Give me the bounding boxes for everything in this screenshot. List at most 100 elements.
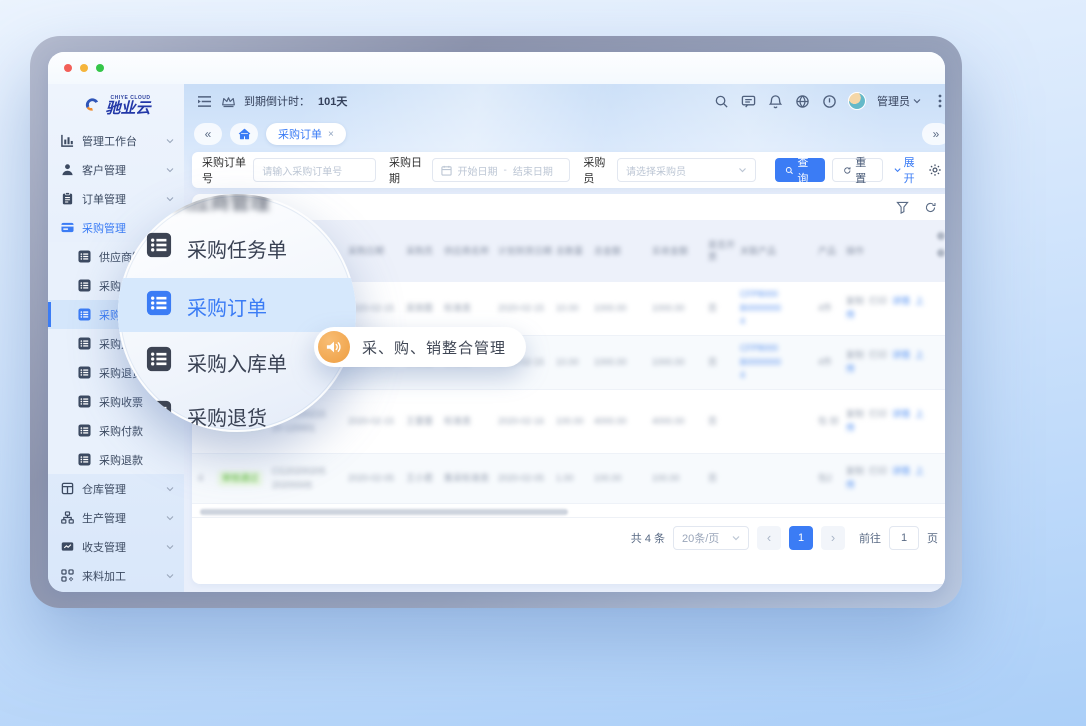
order-no-input[interactable]: 请输入采购订单号 <box>253 158 376 182</box>
page-size-select[interactable]: 20条/页 <box>673 526 749 550</box>
detail-link[interactable]: 详情 <box>892 466 910 476</box>
magnified-item-label: 采购订单 <box>187 292 267 321</box>
sidebar-item-客户管理[interactable]: 客户管理 <box>48 155 184 184</box>
date-start-placeholder: 开始日期 <box>458 163 498 178</box>
column-header: 总数量 <box>556 245 594 257</box>
search-icon[interactable] <box>713 93 729 109</box>
close-window-dot[interactable] <box>64 64 72 72</box>
reset-icon <box>843 165 852 176</box>
row-actions: 复制打印详情上传 <box>846 295 936 322</box>
column-header: 实收金额 <box>652 245 708 257</box>
sidebar-item-生产管理[interactable]: 生产管理 <box>48 503 184 532</box>
total-count: 共 4 条 <box>631 530 665 546</box>
info-icon[interactable] <box>821 93 837 109</box>
chevron-down-icon <box>166 164 174 176</box>
feature-callout: 采、购、销整合管理 <box>314 327 526 367</box>
sidebar-item-label: 收支管理 <box>82 539 166 555</box>
sidebar-item-收支管理[interactable]: 收支管理 <box>48 532 184 561</box>
calendar-icon <box>441 165 452 176</box>
row-actions: 复制打印详情上传 <box>846 465 936 492</box>
dashboard-icon <box>61 134 75 148</box>
list-icon <box>78 279 92 293</box>
chevron-down-icon <box>166 541 174 553</box>
list-icon <box>78 366 92 380</box>
sidebar-item-label: 生产管理 <box>82 510 166 526</box>
tabs-scroll-left-button[interactable]: « <box>194 123 222 145</box>
globe-icon[interactable] <box>794 93 810 109</box>
list-icon <box>78 308 92 322</box>
magnified-item-label: 采购任务单 <box>187 234 287 263</box>
goto-page-value: 1 <box>901 532 907 544</box>
goto-label: 前往 <box>859 530 881 546</box>
chevron-down-icon <box>738 167 747 173</box>
sidebar-item-管理工作台[interactable]: 管理工作台 <box>48 126 184 155</box>
row-actions: 复制打印详情上传 <box>846 349 936 376</box>
tabs-scroll-right-button[interactable]: » <box>922 123 945 145</box>
page-size-value: 20条/页 <box>682 530 719 546</box>
user-name: 管理员 <box>877 93 910 109</box>
list-icon <box>146 232 172 264</box>
next-page-button[interactable]: › <box>821 526 845 550</box>
column-settings-icons[interactable] <box>937 232 945 257</box>
goto-page-input[interactable]: 1 <box>889 526 919 550</box>
minimize-window-dot[interactable] <box>80 64 88 72</box>
magnifier-overlay: 供应商管理 采购任务单采购订单采购入库单采购退货 <box>118 194 356 432</box>
column-header: 关联产品 <box>740 245 818 257</box>
window-titlebar <box>48 52 945 84</box>
page-1-button[interactable]: 1 <box>789 526 813 550</box>
related-product-link[interactable]: CFP8000B00000004 <box>740 288 818 329</box>
search-button[interactable]: 查询 <box>775 158 825 182</box>
detail-link[interactable]: 详情 <box>892 296 910 306</box>
maximize-window-dot[interactable] <box>96 64 104 72</box>
column-header: 操作 <box>846 245 936 257</box>
detail-link[interactable]: 详情 <box>892 409 910 419</box>
order-icon <box>61 192 75 206</box>
reset-button[interactable]: 重置 <box>832 158 884 182</box>
bell-icon[interactable] <box>767 93 783 109</box>
sidebar-item-label: 客户管理 <box>82 162 166 178</box>
sidebar-item-来料加工[interactable]: 来料加工 <box>48 561 184 590</box>
countdown-value: 101天 <box>318 93 347 109</box>
sidebar-item-订单管理[interactable]: 订单管理 <box>48 184 184 213</box>
close-tab-icon[interactable]: × <box>328 129 334 140</box>
filter-settings-gear-icon[interactable] <box>928 162 942 178</box>
filter-buyer-label: 采购员 <box>583 154 610 186</box>
avatar[interactable] <box>848 92 866 110</box>
related-product-link[interactable]: CFP8000B00000004 <box>740 342 818 383</box>
column-header: 产品 <box>818 245 846 257</box>
column-header: 是否开票 <box>708 239 740 263</box>
chevron-down-icon <box>732 535 740 541</box>
list-icon <box>78 395 92 409</box>
refresh-icon[interactable] <box>922 199 938 215</box>
collapse-sidebar-icon[interactable] <box>196 93 212 109</box>
date-end-placeholder: 结束日期 <box>513 163 553 178</box>
kebab-menu-icon[interactable] <box>932 93 945 109</box>
sidebar-item-仓库管理[interactable]: 仓库管理 <box>48 474 184 503</box>
brand-name: 驰业云 <box>105 101 150 116</box>
magnified-item-label: 采购退货 <box>187 402 267 431</box>
column-header: 供应商名称 <box>444 245 498 257</box>
message-icon[interactable] <box>740 93 756 109</box>
expand-filters-button[interactable]: 展开 <box>894 154 921 186</box>
goto-unit: 页 <box>927 530 938 546</box>
brand-logo: CHIYE CLOUD 驰业云 <box>48 84 184 126</box>
buyer-select[interactable]: 请选择采购员 <box>617 158 756 182</box>
horizontal-scrollbar[interactable] <box>200 509 568 515</box>
prev-page-button[interactable]: ‹ <box>757 526 781 550</box>
magnified-menu-item-采购任务单: 采购任务单 <box>146 232 287 264</box>
detail-link[interactable]: 详情 <box>892 350 910 360</box>
date-range-input[interactable]: 开始日期 - 结束日期 <box>432 158 571 182</box>
warehouse-icon <box>61 482 75 496</box>
search-button-label: 查询 <box>797 154 814 186</box>
filter-funnel-icon[interactable] <box>894 199 910 215</box>
user-menu[interactable]: 管理员 <box>877 93 921 109</box>
tab-purchase-order[interactable]: 采购订单 × <box>266 123 346 145</box>
crown-icon <box>220 93 236 109</box>
sidebar-item-label: 来料加工 <box>82 568 166 584</box>
list-icon <box>78 424 92 438</box>
countdown-label: 到期倒计时： <box>244 93 310 109</box>
filter-date-label: 采购日期 <box>389 154 424 186</box>
home-tab-button[interactable] <box>230 123 258 145</box>
sidebar-item-采购退款[interactable]: 采购退款 <box>48 445 184 474</box>
filter-order-no-label: 采购订单号 <box>202 154 246 186</box>
